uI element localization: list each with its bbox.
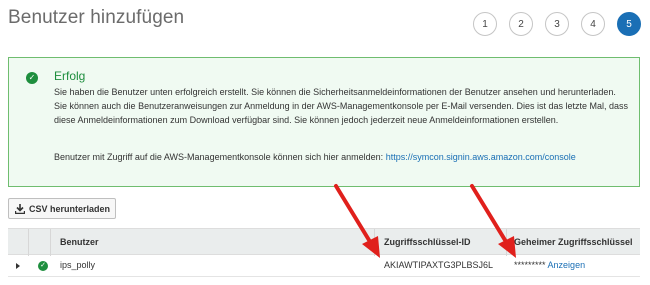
column-header-user[interactable]: Benutzer	[60, 237, 99, 247]
secret-key-masked: *********	[514, 260, 546, 270]
column-divider	[506, 229, 507, 256]
console-login-text: Benutzer mit Zugriff auf die AWS-Managem…	[54, 152, 386, 162]
check-circle-icon: ✓	[38, 261, 48, 271]
column-header-secret-key[interactable]: Geheimer Zugriffsschlüssel	[514, 237, 633, 247]
csv-download-button[interactable]: CSV herunterladen	[8, 198, 116, 219]
wizard-steps: 1 2 3 4 5	[473, 12, 641, 36]
users-table: Benutzer Zugriffsschlüssel-ID Geheimer Z…	[8, 228, 640, 277]
column-divider	[28, 229, 29, 256]
download-icon	[15, 203, 25, 214]
check-circle-icon: ✓	[26, 72, 38, 84]
step-1[interactable]: 1	[473, 12, 497, 36]
step-3[interactable]: 3	[545, 12, 569, 36]
step-2[interactable]: 2	[509, 12, 533, 36]
console-login-line: Benutzer mit Zugriff auf die AWS-Managem…	[54, 152, 576, 162]
column-divider	[50, 229, 51, 256]
alert-title: Erfolg	[54, 69, 86, 83]
table-header: Benutzer Zugriffsschlüssel-ID Geheimer Z…	[8, 228, 640, 256]
column-header-access-key-id[interactable]: Zugriffsschlüssel-ID	[384, 237, 471, 247]
user-name-cell: ips_polly	[60, 260, 96, 270]
show-secret-link[interactable]: Anzeigen	[548, 260, 586, 270]
caret-right-icon[interactable]	[16, 263, 20, 269]
column-divider	[374, 229, 375, 256]
secret-key-cell: ********* Anzeigen	[514, 260, 585, 270]
step-5-current[interactable]: 5	[617, 12, 641, 36]
console-login-link[interactable]: https://symcon.signin.aws.amazon.com/con…	[386, 152, 576, 162]
step-4[interactable]: 4	[581, 12, 605, 36]
alert-body: Sie haben die Benutzer unten erfolgreich…	[54, 87, 628, 125]
success-alert: ✓ Erfolg Sie haben die Benutzer unten er…	[8, 57, 640, 187]
access-key-id-cell: AKIAWTIPAXTG3PLBSJ6L	[384, 260, 494, 270]
page-title: Benutzer hinzufügen	[8, 7, 185, 28]
table-row: ✓ ips_polly AKIAWTIPAXTG3PLBSJ6L *******…	[8, 255, 640, 277]
csv-download-label: CSV herunterladen	[29, 203, 111, 214]
